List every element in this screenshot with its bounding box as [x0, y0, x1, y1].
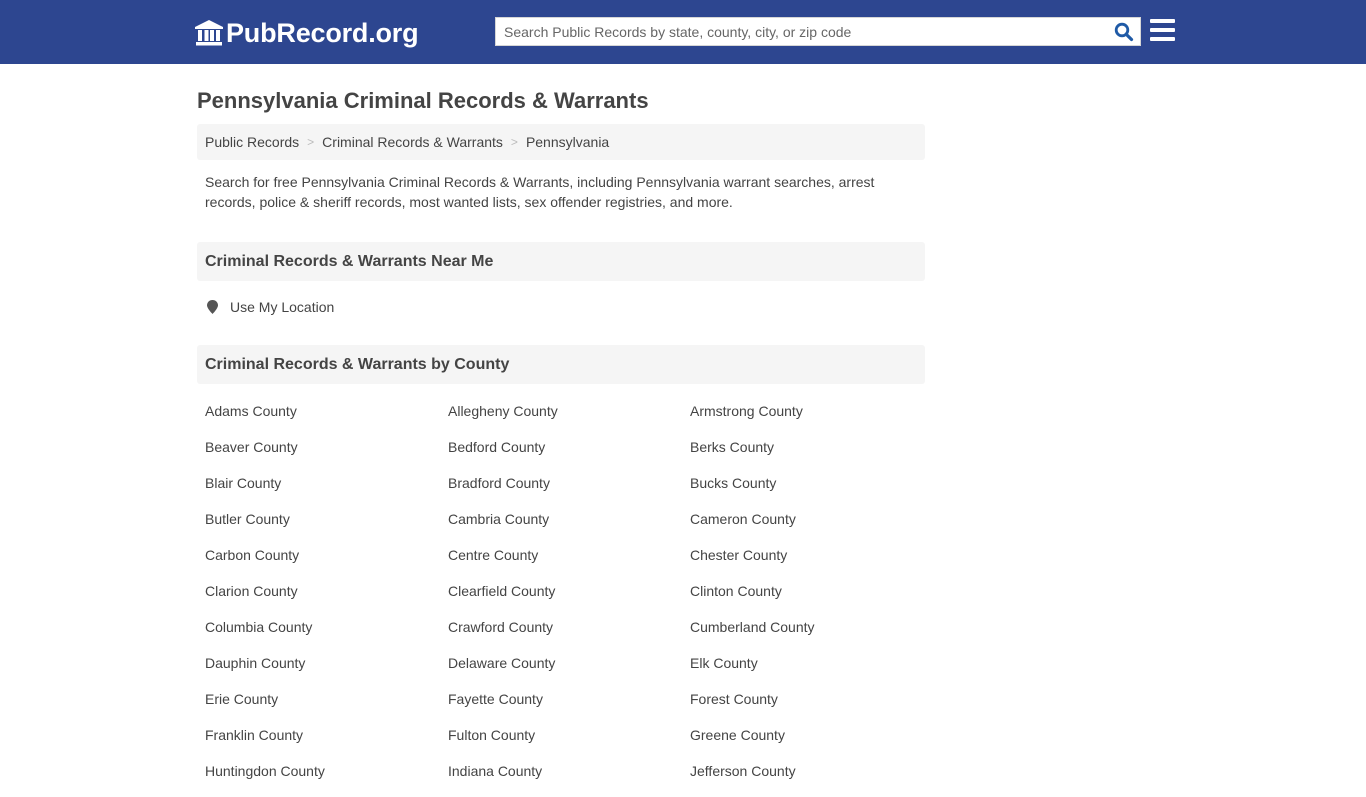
search-icon[interactable]	[1114, 22, 1134, 42]
breadcrumb-criminal-records[interactable]: Criminal Records & Warrants	[322, 134, 503, 150]
county-list: Adams County Allegheny County Armstrong Co…	[197, 401, 925, 797]
county-link[interactable]: Clarion County	[197, 581, 440, 617]
county-link[interactable]: Franklin County	[197, 725, 440, 761]
bank-building-icon	[195, 20, 223, 46]
breadcrumb-separator: >	[510, 135, 518, 149]
site-logo-link[interactable]: PubRecord.org	[195, 17, 419, 49]
county-link[interactable]: Cambria County	[440, 509, 682, 545]
county-link[interactable]: Blair County	[197, 473, 440, 509]
county-link[interactable]: Butler County	[197, 509, 440, 545]
breadcrumb-separator: >	[307, 135, 315, 149]
county-link[interactable]: Fulton County	[440, 725, 682, 761]
county-link[interactable]: Clearfield County	[440, 581, 682, 617]
use-my-location-label: Use My Location	[230, 299, 335, 315]
top-navbar: PubRecord.org	[0, 0, 1366, 64]
county-link[interactable]: Chester County	[682, 545, 925, 581]
county-link[interactable]: Fayette County	[440, 689, 682, 725]
hamburger-menu-icon[interactable]	[1150, 19, 1175, 42]
county-link[interactable]: Cameron County	[682, 509, 925, 545]
county-link[interactable]: Allegheny County	[440, 401, 682, 437]
by-county-heading: Criminal Records & Warrants by County	[197, 345, 925, 384]
county-link[interactable]: Columbia County	[197, 617, 440, 653]
county-link[interactable]: Cumberland County	[682, 617, 925, 653]
county-link[interactable]: Berks County	[682, 437, 925, 473]
county-link[interactable]: Beaver County	[197, 437, 440, 473]
breadcrumb-pennsylvania[interactable]: Pennsylvania	[526, 134, 609, 150]
county-link[interactable]: Greene County	[682, 725, 925, 761]
near-me-heading: Criminal Records & Warrants Near Me	[197, 242, 925, 281]
county-link[interactable]: Armstrong County	[682, 401, 925, 437]
county-link[interactable]: Elk County	[682, 653, 925, 689]
county-link[interactable]: Forest County	[682, 689, 925, 725]
county-link[interactable]: Bedford County	[440, 437, 682, 473]
county-link[interactable]: Carbon County	[197, 545, 440, 581]
county-link[interactable]: Centre County	[440, 545, 682, 581]
county-link[interactable]: Erie County	[197, 689, 440, 725]
county-link[interactable]: Crawford County	[440, 617, 682, 653]
site-logo-text: PubRecord.org	[226, 18, 419, 48]
county-link[interactable]: Jefferson County	[682, 761, 925, 797]
county-link[interactable]: Dauphin County	[197, 653, 440, 689]
search-box	[495, 17, 1141, 46]
breadcrumb-public-records[interactable]: Public Records	[205, 134, 299, 150]
county-link[interactable]: Delaware County	[440, 653, 682, 689]
county-link[interactable]: Huntingdon County	[197, 761, 440, 797]
use-my-location-button[interactable]: Use My Location	[197, 298, 925, 316]
county-link[interactable]: Bucks County	[682, 473, 925, 509]
intro-text: Search for free Pennsylvania Criminal Re…	[205, 174, 875, 210]
county-link[interactable]: Clinton County	[682, 581, 925, 617]
map-marker-icon	[207, 300, 218, 314]
county-link[interactable]: Bradford County	[440, 473, 682, 509]
page-title: Pennsylvania Criminal Records & Warrants	[197, 88, 649, 113]
main-content: Pennsylvania Criminal Records & Warrants…	[197, 64, 925, 797]
county-link[interactable]: Adams County	[197, 401, 440, 437]
county-link[interactable]: Indiana County	[440, 761, 682, 797]
breadcrumb: Public Records > Criminal Records & Warr…	[197, 124, 925, 160]
search-input[interactable]	[496, 18, 1106, 45]
